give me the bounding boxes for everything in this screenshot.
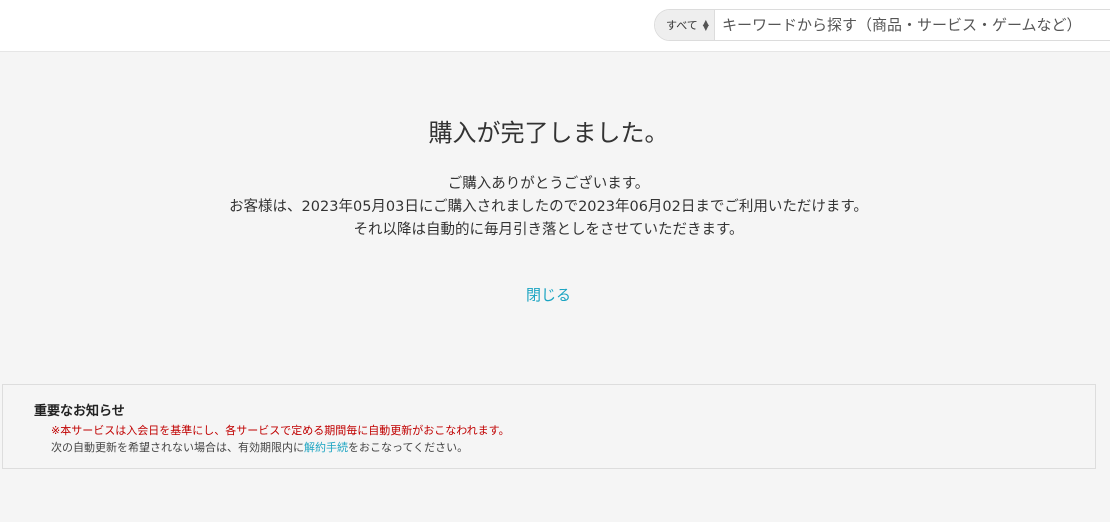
chevron-updown-icon: ▲ ▼	[702, 18, 709, 32]
search-input[interactable]	[715, 10, 1110, 40]
cancel-procedure-link[interactable]: 解約手続	[304, 441, 348, 454]
notice-auto-renewal-warning: ※本サービスは入会日を基準にし、各サービスで定める期間毎に自動更新がおこなわれま…	[51, 424, 510, 437]
close-link[interactable]: 閉じる	[0, 284, 1097, 305]
important-notice: 重要なお知らせ ※本サービスは入会日を基準にし、各サービスで定める期間毎に自動更…	[2, 384, 1096, 469]
notice-cancel-instructions: 次の自動更新を希望されない場合は、有効期限内に解約手続をおこなってください。	[51, 439, 468, 455]
search-box: すべて ▲ ▼	[654, 9, 1110, 41]
page-title: 購入が完了しました。	[428, 119, 669, 147]
search-category-label: すべて	[666, 19, 698, 32]
search-category-select[interactable]: すべて ▲ ▼	[655, 10, 715, 40]
top-header: すべて ▲ ▼	[0, 0, 1110, 52]
notice-cancel-prefix: 次の自動更新を希望されない場合は、有効期限内に	[51, 441, 304, 454]
auto-charge-message: それ以降は自動的に毎月引き落としをさせていただきます。	[353, 222, 744, 238]
thanks-message: ご購入ありがとうございます。	[447, 176, 650, 192]
notice-title: 重要なお知らせ	[34, 404, 125, 419]
usage-period-message: お客様は、2023年05月03日にご購入されましたので2023年06月02日まで…	[229, 199, 868, 215]
notice-cancel-suffix: をおこなってください。	[348, 441, 469, 454]
